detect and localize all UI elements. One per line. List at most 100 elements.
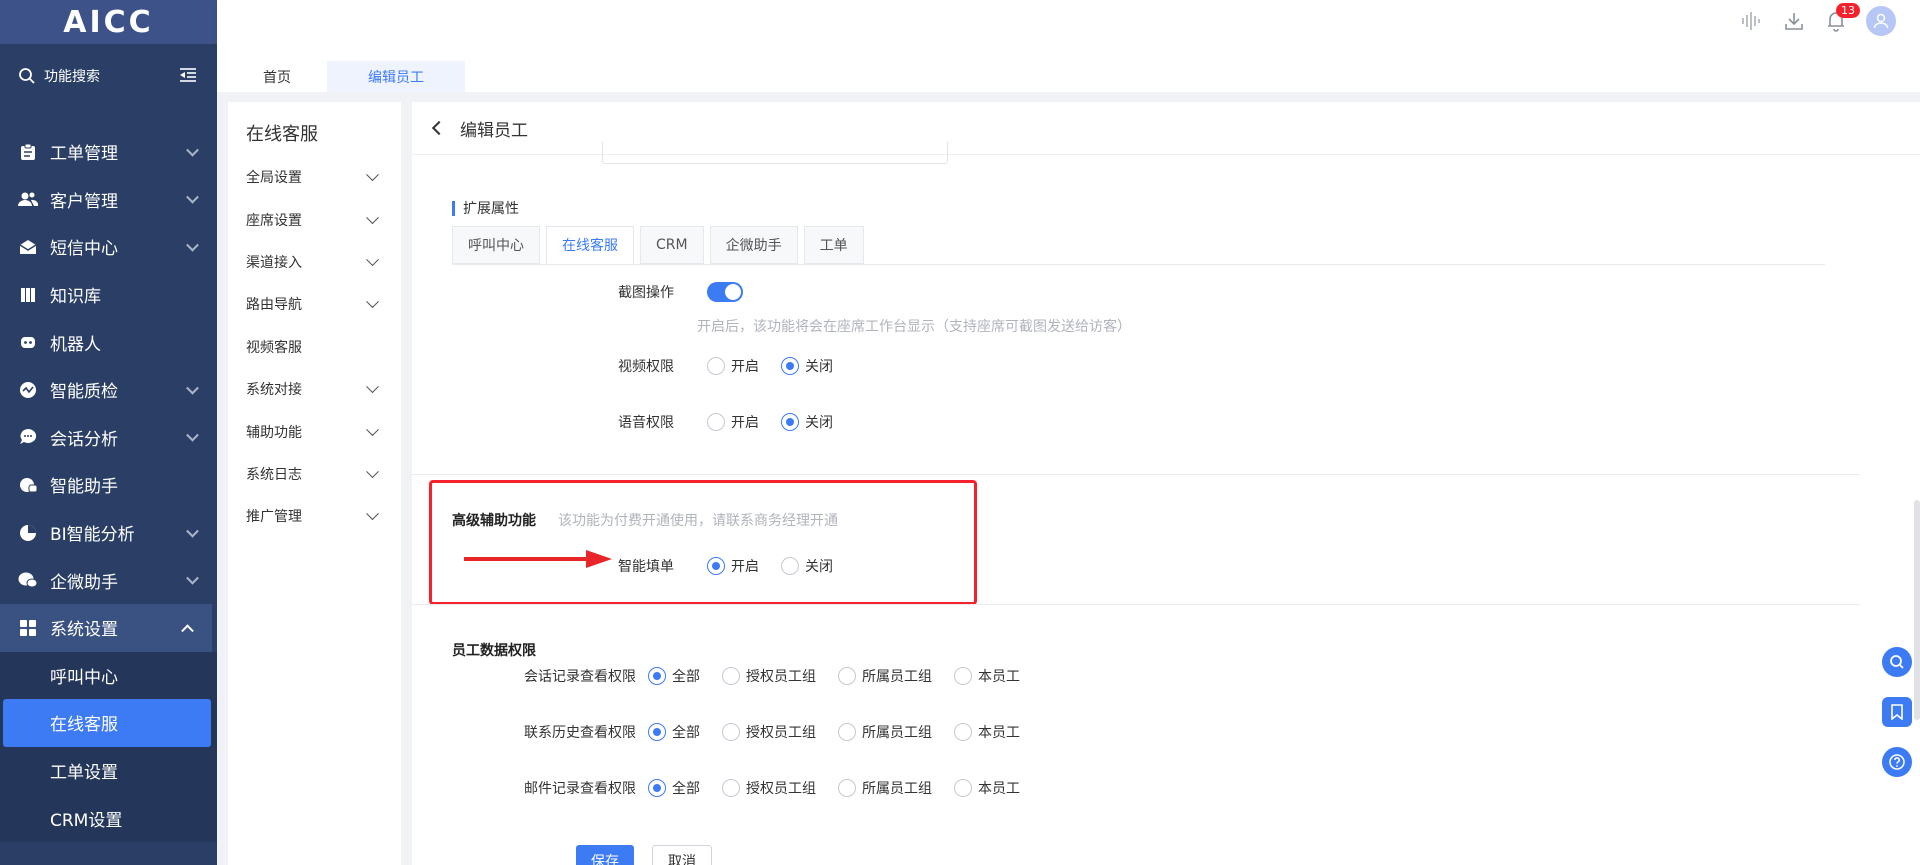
wecom-icon [18, 570, 38, 590]
chevron-down-icon [366, 210, 379, 224]
staff-perm-option-radio[interactable]: 本员工 [954, 778, 1020, 798]
sidebar-item[interactable]: 会话分析 [0, 414, 217, 462]
staff-perm-option-radio[interactable]: 所属员工组 [838, 666, 932, 686]
edit-staff-panel: 编辑员工 扩展属性 呼叫中心 在线客服 CRM 企微助手 工单 截图操作 开启后，该功能… [412, 102, 1920, 865]
sidebar-item[interactable]: 智能质检 [0, 366, 217, 414]
chat-search-icon[interactable] [1882, 647, 1912, 677]
ext-attr-tab[interactable]: 工单 [803, 226, 864, 264]
sidebar-subitem[interactable]: CRM设置 [0, 794, 217, 842]
video-off-radio[interactable]: 关闭 [781, 356, 833, 376]
settings-nav-item[interactable]: 辅助功能 [228, 410, 401, 452]
voice-permission-row: 语音权限 开启 关闭 [618, 412, 855, 432]
settings-nav-label: 推广管理 [246, 509, 302, 526]
settings-nav-label: 渠道接入 [246, 254, 302, 271]
sidebar-item[interactable]: 知识库 [0, 271, 217, 319]
settings-nav-item[interactable]: 视频客服 [228, 326, 401, 368]
book-icon [18, 285, 38, 305]
settings-nav-item[interactable]: 全局设置 [228, 156, 401, 198]
chevron-down-icon [186, 143, 199, 157]
scrolled-menu-item [0, 108, 217, 128]
ext-attr-tab[interactable]: 呼叫中心 [452, 226, 540, 264]
staff-perm-option-radio[interactable]: 本员工 [954, 666, 1020, 686]
sidebar-subitem[interactable]: 呼叫中心 [0, 652, 217, 700]
floating-tools [1882, 647, 1912, 777]
settings-nav-item[interactable]: 座席设置 [228, 198, 401, 240]
sidebar-item[interactable]: 智能助手 [0, 461, 217, 509]
settings-nav-label: 辅助功能 [246, 424, 302, 441]
chevron-down-icon [366, 380, 379, 394]
clipboard-icon [18, 142, 38, 162]
staff-perm-option-radio[interactable]: 全部 [648, 778, 700, 798]
voice-on-radio[interactable]: 开启 [707, 412, 759, 432]
sidebar-item-label: 客户管理 [50, 191, 118, 212]
staff-perm-label: 会话记录查看权限 [524, 669, 636, 685]
staff-perm-option-radio[interactable]: 授权员工组 [722, 666, 816, 686]
settings-nav-item[interactable]: 推广管理 [228, 495, 401, 537]
scrollbar[interactable] [1914, 500, 1920, 720]
staff-perm-option-radio[interactable]: 全部 [648, 666, 700, 686]
ext-attr-tab[interactable]: 在线客服 [546, 226, 634, 264]
waveform-icon[interactable] [1740, 9, 1764, 33]
save-button[interactable]: 保存 [576, 845, 634, 865]
function-search[interactable]: 功能搜索 [0, 44, 217, 108]
back-arrow-icon[interactable] [431, 120, 447, 136]
cancel-button[interactable]: 取消 [652, 845, 712, 865]
sidebar-item[interactable]: 系统设置 [0, 603, 212, 652]
sidebar-item[interactable]: BI智能分析 [0, 509, 217, 557]
truncated-field [602, 142, 948, 164]
chevron-down-icon [186, 524, 199, 538]
screenshot-toggle[interactable] [707, 282, 743, 302]
settings-nav-item[interactable]: 系统对接 [228, 368, 401, 410]
video-on-radio[interactable]: 开启 [707, 356, 759, 376]
settings-nav-item[interactable]: 系统日志 [228, 453, 401, 495]
grid-icon [18, 618, 38, 638]
staff-perm-option-radio[interactable]: 本员工 [954, 722, 1020, 742]
video-permission-row: 视频权限 开启 关闭 [618, 356, 855, 376]
app-logo: AICC [0, 0, 217, 44]
sidebar-item[interactable]: 客户管理 [0, 176, 217, 224]
settings-nav-label: 座席设置 [246, 212, 302, 229]
sidebar-item[interactable]: 企微助手 [0, 556, 217, 604]
highlight-box [429, 480, 977, 605]
bookmark-icon[interactable] [1882, 697, 1912, 727]
settings-nav-label: 系统日志 [246, 466, 302, 483]
chevron-down-icon [186, 238, 199, 252]
top-bar: 13 [217, 0, 1920, 52]
staff-perm-option-radio[interactable]: 所属员工组 [838, 722, 932, 742]
staff-perm-label: 联系历史查看权限 [524, 725, 636, 741]
help-icon[interactable] [1882, 747, 1912, 777]
chevron-up-icon [181, 624, 194, 637]
pie-icon [18, 523, 38, 543]
staff-perm-option-radio[interactable]: 所属员工组 [838, 778, 932, 798]
sidebar-subitem[interactable]: 在线客服 [3, 699, 211, 747]
chevron-down-icon [366, 422, 379, 436]
avatar[interactable] [1866, 6, 1896, 36]
user-icon [1873, 13, 1889, 29]
sidebar: AICC 功能搜索 工单管理客户管理短信中心 知识库 机器人 智能质检会话分析智能助手… [0, 0, 217, 865]
sidebar-item-label: BI智能分析 [50, 525, 135, 546]
staff-perm-option-radio[interactable]: 授权员工组 [722, 722, 816, 742]
settings-nav-item[interactable]: 路由导航 [228, 283, 401, 325]
settings-nav-label: 路由导航 [246, 297, 302, 314]
assistant-icon [18, 475, 38, 495]
download-icon[interactable] [1782, 9, 1806, 33]
tab-edit-staff[interactable]: 编辑员工 [327, 61, 465, 92]
sidebar-item-label: 会话分析 [50, 429, 118, 450]
notification-bell[interactable]: 13 [1824, 3, 1860, 33]
ext-attr-tab[interactable]: CRM [640, 226, 704, 264]
inspect-icon [18, 380, 38, 400]
voice-off-radio[interactable]: 关闭 [781, 412, 833, 432]
sidebar-item-label: 企微助手 [50, 572, 118, 593]
sidebar-item[interactable]: 工单管理 [0, 128, 217, 176]
collapse-menu-icon[interactable] [179, 66, 197, 84]
sidebar-item[interactable]: 机器人 [0, 318, 217, 366]
ext-attr-tab[interactable]: 企微助手 [709, 226, 798, 264]
sidebar-subitem[interactable]: 工单设置 [0, 747, 217, 795]
tab-home[interactable]: 首页 [227, 61, 327, 92]
staff-perm-option-radio[interactable]: 授权员工组 [722, 778, 816, 798]
staff-perm-option-radio[interactable]: 全部 [648, 722, 700, 742]
voice-label: 语音权限 [618, 415, 674, 431]
sidebar-item[interactable]: 短信中心 [0, 223, 217, 271]
screenshot-row: 截图操作 [618, 282, 743, 302]
settings-nav-item[interactable]: 渠道接入 [228, 241, 401, 283]
